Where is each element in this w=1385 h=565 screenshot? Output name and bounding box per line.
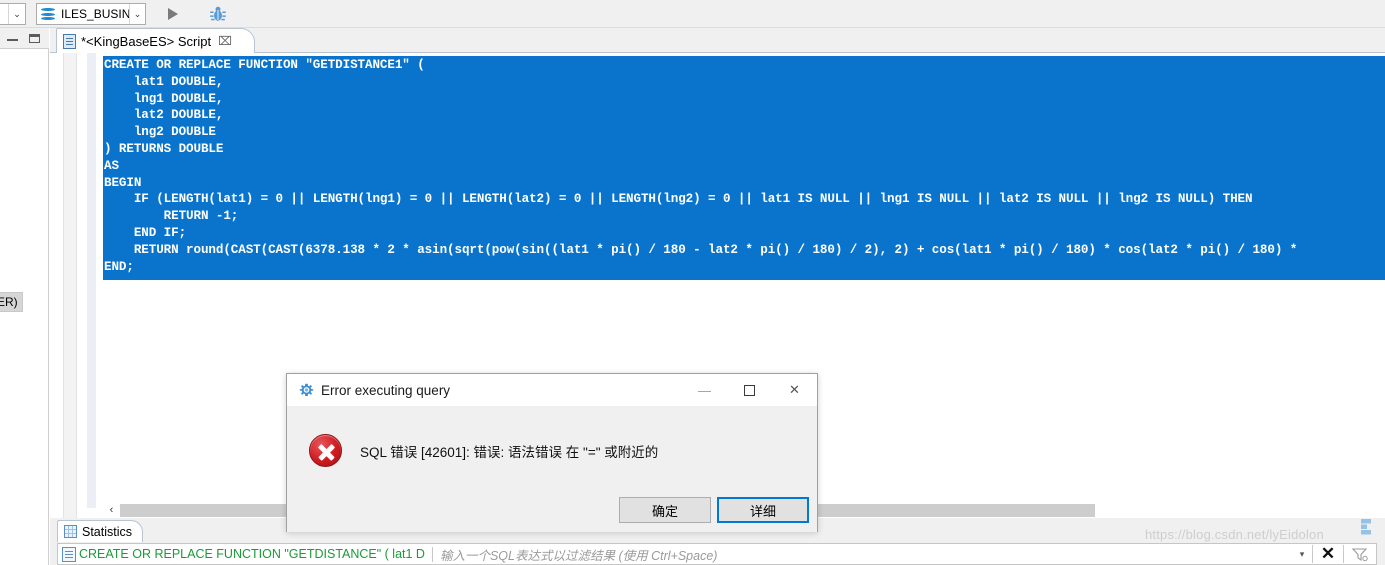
ok-button[interactable]: 确定 [619, 497, 711, 523]
divider [431, 546, 433, 562]
tab-statistics-label: Statistics [82, 524, 133, 539]
editor-tabstrip: *<KingBaseES> Script ⌧ [50, 28, 1385, 53]
maximize-icon [744, 384, 755, 396]
error-dialog: Error executing query — ✕ SQL 错误 [42601]… [286, 373, 818, 532]
scroll-left-icon[interactable]: ‹ [103, 502, 120, 518]
grid-icon [64, 525, 77, 538]
apply-filter-button[interactable] [1344, 544, 1376, 564]
sql-document-icon [62, 546, 76, 562]
error-circle-icon [309, 434, 342, 467]
minimize-button[interactable]: — [682, 374, 727, 406]
gear-icon [299, 383, 314, 398]
close-icon[interactable]: ⌧ [218, 35, 232, 47]
database-icon [41, 7, 55, 21]
dialog-body: SQL 错误 [42601]: 错误: 语法错误 在 "=" 或附近的 确定 详… [287, 406, 817, 532]
folding-ruler[interactable] [87, 53, 96, 508]
dialog-title: Error executing query [321, 382, 451, 398]
annotation-ruler[interactable] [63, 53, 77, 518]
filter-input-placeholder[interactable]: 输入一个SQL表达式以过滤结果 (使用 Ctrl+Space) [440, 545, 1292, 564]
schema-combo[interactable]: ILES_BUSIN ⌄ [36, 3, 146, 25]
maximize-button[interactable] [727, 374, 772, 406]
results-filter-bar[interactable]: CREATE OR REPLACE FUNCTION "GETDISTANCE"… [57, 543, 1377, 565]
schema-combo-value: ILES_BUSIN [61, 7, 129, 21]
maximize-icon[interactable] [29, 34, 40, 43]
bug-icon [210, 6, 226, 21]
chevron-down-icon[interactable]: ⌄ [129, 4, 145, 24]
filter-icon [1351, 547, 1368, 561]
execute-script-button[interactable] [160, 2, 186, 26]
editor-gutter [50, 53, 103, 518]
chevron-down-icon[interactable]: ⌄ [8, 4, 25, 24]
dialog-titlebar[interactable]: Error executing query — ✕ [287, 374, 817, 406]
debug-button[interactable] [205, 2, 231, 26]
clear-filter-button[interactable]: ✕ [1313, 544, 1343, 564]
main-toolbar: ⌄ ILES_BUSIN ⌄ [0, 0, 1385, 28]
application-window: ⌄ ILES_BUSIN ⌄ ER) *<KingBaseES> Script … [0, 0, 1385, 565]
close-button[interactable]: ✕ [772, 374, 817, 406]
edge-tooltip-fragment: ER) [0, 292, 23, 312]
chevron-down-icon[interactable]: ▾ [1292, 544, 1312, 564]
error-message-text: SQL 错误 [42601]: 错误: 语法错误 在 "=" 或附近的 [360, 444, 659, 460]
sql-source-code[interactable]: CREATE OR REPLACE FUNCTION "GETDISTANCE1… [103, 53, 1385, 275]
executed-query-text[interactable]: CREATE OR REPLACE FUNCTION "GETDISTANCE"… [79, 547, 425, 561]
play-icon [168, 8, 178, 20]
minimize-icon[interactable] [7, 34, 18, 41]
tab-label: *<KingBaseES> Script [81, 33, 212, 49]
tab-statistics[interactable]: Statistics [57, 520, 144, 542]
script-file-icon [63, 33, 76, 49]
tab-kingbasees-script[interactable]: *<KingBaseES> Script ⌧ [56, 28, 255, 53]
left-panel-header [0, 28, 49, 49]
details-button[interactable]: 详细 [717, 497, 809, 523]
catalog-combo[interactable]: ⌄ [0, 3, 26, 25]
error-message-row: SQL 错误 [42601]: 错误: 语法错误 在 "=" 或附近的 [309, 434, 658, 467]
